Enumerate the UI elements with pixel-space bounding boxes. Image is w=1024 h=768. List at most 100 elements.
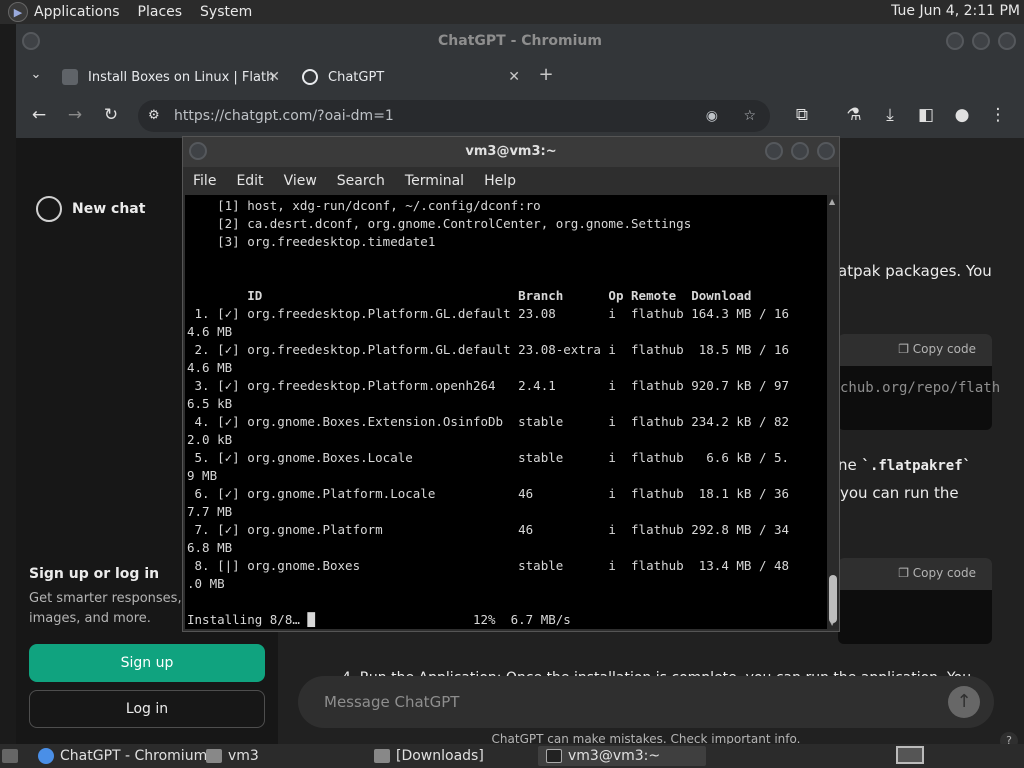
tab-search-chevron-icon[interactable]: ⌄	[26, 65, 46, 85]
terminal-line: 4. [✓] org.gnome.Boxes.Extension.OsinfoD…	[187, 414, 790, 429]
url-text: https://chatgpt.com/?oai-dm=1	[174, 108, 394, 124]
tab-close-icon[interactable]: ✕	[268, 69, 280, 85]
site-info-icon[interactable]: ⚙	[148, 100, 160, 132]
folder-icon	[374, 749, 390, 763]
maximize-button[interactable]	[972, 32, 990, 50]
minimize-button[interactable]	[946, 32, 964, 50]
terminal-icon	[546, 749, 562, 763]
new-chat-button[interactable]: New chat	[36, 196, 145, 222]
code-text: chub.org/repo/flath	[840, 380, 1001, 396]
menu-file[interactable]: File	[193, 173, 216, 189]
flathub-favicon-icon	[62, 69, 78, 85]
scroll-up-icon[interactable]: ▲	[829, 197, 835, 206]
menu-edit[interactable]: Edit	[236, 173, 263, 189]
response-text: ne `.flatpakref`	[838, 456, 972, 474]
tab-chatgpt[interactable]: ChatGPT ✕	[302, 62, 528, 92]
new-chat-label: New chat	[72, 201, 146, 217]
workspace-switcher[interactable]	[896, 746, 924, 764]
terminal-close-button[interactable]	[817, 142, 835, 160]
download-icon[interactable]: ⤓	[880, 105, 900, 125]
terminal-line: 7. [✓] org.gnome.Platform 46 i flathub 2…	[187, 522, 790, 537]
message-placeholder: Message ChatGPT	[324, 693, 460, 711]
terminal-menubar: File Edit View Search Terminal Help	[183, 167, 839, 195]
terminal-window: vm3@vm3:~ File Edit View Search Terminal…	[182, 136, 840, 632]
more-menu-icon[interactable]: ⋮	[988, 105, 1008, 125]
terminal-line: 6.8 MB	[187, 540, 233, 555]
top-panel: ▶ Applications Places System Tue Jun 4, …	[0, 0, 1024, 24]
terminal-minimize-button[interactable]	[765, 142, 783, 160]
folder-icon	[206, 749, 222, 763]
window-menu-button[interactable]	[22, 32, 40, 50]
back-icon[interactable]: ←	[29, 105, 49, 125]
tab-label: Install Boxes on Linux | Flath	[88, 69, 275, 85]
tab-close-icon[interactable]: ✕	[508, 69, 520, 85]
tab-strip: ⌄ Install Boxes on Linux | Flath ✕ ChatG…	[16, 58, 1024, 92]
extensions-icon[interactable]: ⧉	[792, 105, 812, 125]
response-text: you can run the	[840, 484, 959, 502]
tab-install-boxes[interactable]: Install Boxes on Linux | Flath ✕	[62, 62, 288, 92]
signup-title: Sign up or log in	[29, 566, 160, 582]
profile-icon[interactable]: ●	[952, 105, 972, 125]
forward-icon[interactable]: →	[65, 105, 85, 125]
gnome-foot-icon[interactable]: ▶	[8, 2, 28, 22]
response-text: atpak packages. You	[838, 262, 992, 280]
terminal-line: [3] org.freedesktop.timedate1	[187, 234, 436, 249]
show-desktop-icon	[2, 749, 18, 763]
menu-view[interactable]: View	[284, 173, 317, 189]
terminal-line: 2.0 kB	[187, 432, 233, 447]
terminal-line: 6.5 kB	[187, 396, 233, 411]
menu-system[interactable]: System	[200, 4, 252, 20]
terminal-line: 4.6 MB	[187, 324, 233, 339]
menu-terminal[interactable]: Terminal	[405, 173, 464, 189]
code-header: ❐ Copy code	[838, 558, 992, 590]
eye-off-icon[interactable]: ◉	[706, 100, 718, 132]
send-arrow-icon[interactable]: ↑	[948, 686, 980, 718]
window-title: ChatGPT - Chromium	[16, 24, 1024, 58]
terminal-line: [2] ca.desrt.dconf, org.gnome.ControlCen…	[187, 216, 692, 231]
terminal-line: 3. [✓] org.freedesktop.Platform.openh264…	[187, 378, 790, 393]
copy-code-button[interactable]: ❐ Copy code	[898, 566, 976, 580]
bookmark-star-icon[interactable]: ☆	[743, 100, 756, 132]
terminal-lines: [1] host, xdg-run/dconf, ~/.config/dconf…	[187, 197, 789, 629]
terminal-window-menu-button[interactable]	[189, 142, 207, 160]
terminal-scroll-thumb[interactable]	[829, 575, 837, 623]
copy-code-button[interactable]: ❐ Copy code	[898, 342, 976, 356]
terminal-output[interactable]: [1] host, xdg-run/dconf, ~/.config/dconf…	[185, 195, 829, 629]
terminal-line: 9 MB	[187, 468, 218, 483]
login-button[interactable]: Log in	[29, 690, 265, 728]
menu-help[interactable]: Help	[484, 173, 516, 189]
reload-icon[interactable]: ↻	[101, 105, 121, 125]
menu-applications[interactable]: Applications	[34, 4, 120, 20]
code-header: ❐ Copy code	[838, 334, 992, 366]
terminal-line: 4.6 MB	[187, 360, 233, 375]
toolbar: ← → ↻ ⚙ https://chatgpt.com/?oai-dm=1 ◉ …	[16, 92, 1024, 138]
terminal-maximize-button[interactable]	[791, 142, 809, 160]
close-button[interactable]	[998, 32, 1016, 50]
show-desktop-button[interactable]	[2, 746, 24, 766]
tab-label: ChatGPT	[328, 69, 385, 85]
new-tab-button[interactable]: +	[536, 65, 556, 85]
task-terminal[interactable]: vm3@vm3:~	[538, 746, 706, 766]
side-panel-icon[interactable]: ◧	[916, 105, 936, 125]
menu-places[interactable]: Places	[138, 4, 183, 20]
task-downloads[interactable]: [Downloads]	[374, 746, 484, 766]
terminal-title: vm3@vm3:~	[183, 137, 839, 167]
taskbar: ChatGPT - Chromium vm3 [Downloads] vm3@v…	[0, 744, 1024, 768]
message-input[interactable]: Message ChatGPT ↑	[298, 676, 994, 728]
task-vm3[interactable]: vm3	[206, 746, 259, 766]
chatgpt-favicon-icon	[302, 69, 318, 85]
terminal-scrollbar[interactable]: ▲ ▼	[827, 195, 839, 629]
openai-logo-icon	[36, 196, 62, 222]
menu-search[interactable]: Search	[337, 173, 385, 189]
clock[interactable]: Tue Jun 4, 2:11 PM	[891, 3, 1020, 19]
address-bar[interactable]: ⚙ https://chatgpt.com/?oai-dm=1 ◉ ☆	[138, 100, 770, 132]
code-block-1: ❐ Copy code chub.org/repo/flath	[838, 334, 1000, 430]
terminal-line: 1. [✓] org.freedesktop.Platform.GL.defau…	[187, 306, 790, 321]
terminal-line: .0 MB	[187, 576, 225, 591]
task-chromium[interactable]: ChatGPT - Chromium	[38, 746, 207, 766]
signup-button[interactable]: Sign up	[29, 644, 265, 682]
labs-flask-icon[interactable]: ⚗	[844, 105, 864, 125]
terminal-line: 2. [✓] org.freedesktop.Platform.GL.defau…	[187, 342, 790, 357]
